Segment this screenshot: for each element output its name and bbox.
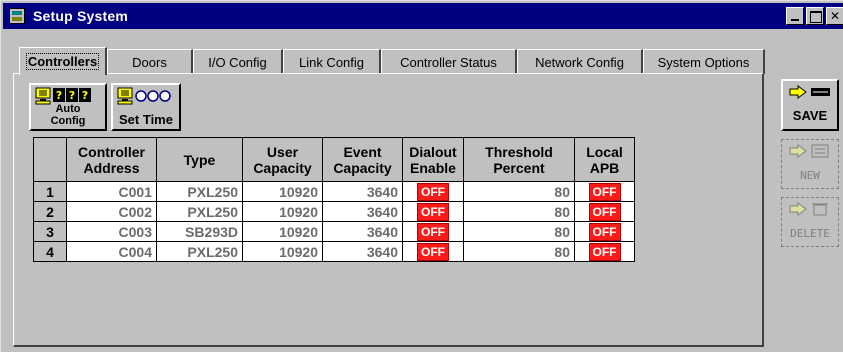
pc-question-icon: ? ? ? [35, 87, 91, 105]
row-number[interactable]: 2 [33, 201, 67, 222]
tab-io-config[interactable]: I/O Config [193, 49, 283, 74]
cell-dialout[interactable]: OFF [402, 201, 464, 222]
window-title: Setup System [33, 8, 128, 24]
tab-system-options[interactable]: System Options [643, 49, 765, 74]
cell-event-capacity[interactable]: 3640 [322, 201, 403, 222]
pc-clock-icon [117, 87, 171, 105]
minimize-button[interactable] [786, 7, 804, 25]
row-number[interactable]: 4 [33, 241, 67, 262]
off-badge[interactable]: OFF [588, 242, 621, 261]
off-badge[interactable]: OFF [417, 242, 449, 261]
table-row[interactable]: 3 C003 SB293D 10920 3640 OFF 80 OFF [33, 221, 635, 242]
cell-apb[interactable]: OFF [574, 201, 635, 222]
svg-text:?: ? [82, 89, 88, 102]
cell-threshold[interactable]: 80 [463, 241, 575, 262]
row-number[interactable]: 1 [33, 181, 67, 202]
off-badge[interactable]: OFF [588, 222, 621, 241]
tab-network-config[interactable]: Network Config [517, 49, 643, 74]
cell-apb[interactable]: OFF [574, 241, 635, 262]
new-label: NEW [800, 169, 820, 182]
cell-dialout[interactable]: OFF [402, 241, 464, 262]
header-user-capacity[interactable]: User Capacity [242, 137, 323, 182]
tab-link-config[interactable]: Link Config [283, 49, 381, 74]
cell-address[interactable]: C004 [66, 241, 157, 262]
cell-address[interactable]: C001 [66, 181, 157, 202]
off-badge[interactable]: OFF [417, 222, 449, 241]
grid-corner-cell [33, 137, 67, 182]
save-button[interactable]: SAVE [781, 79, 839, 131]
setup-system-window: Setup System ✕ Controllers Doors I/O Con… [0, 0, 843, 352]
table-row[interactable]: 1 C001 PXL250 10920 3640 OFF 80 OFF [33, 181, 635, 202]
svg-text:?: ? [69, 89, 75, 102]
cell-user-capacity[interactable]: 10920 [242, 201, 323, 222]
arrow-bar-icon [789, 85, 830, 99]
header-dialout-enable[interactable]: Dialout Enable [402, 137, 464, 182]
set-time-button[interactable]: Set Time [111, 83, 181, 131]
header-event-capacity[interactable]: Event Capacity [322, 137, 403, 182]
set-time-label: Set Time [119, 112, 173, 127]
cell-event-capacity[interactable]: 3640 [322, 221, 403, 242]
window-controls: ✕ [784, 7, 843, 25]
cell-dialout[interactable]: OFF [402, 181, 464, 202]
close-button[interactable]: ✕ [826, 7, 843, 25]
cell-threshold[interactable]: 80 [463, 221, 575, 242]
auto-config-label-line2: Config [50, 115, 86, 127]
off-badge[interactable]: OFF [417, 182, 449, 201]
app-icon [9, 8, 25, 24]
off-badge[interactable]: OFF [417, 202, 449, 221]
auto-config-button[interactable]: ? ? ? Auto Config [29, 83, 107, 131]
arrow-form-icon [789, 144, 829, 158]
table-row[interactable]: 2 C002 PXL250 10920 3640 OFF 80 OFF [33, 201, 635, 222]
header-threshold-percent[interactable]: Threshold Percent [463, 137, 575, 182]
cell-user-capacity[interactable]: 10920 [242, 241, 323, 262]
row-number[interactable]: 3 [33, 221, 67, 242]
tab-controllers[interactable]: Controllers [19, 47, 107, 75]
cell-user-capacity[interactable]: 10920 [242, 221, 323, 242]
header-local-apb[interactable]: Local APB [574, 137, 635, 182]
new-button[interactable]: NEW [781, 139, 839, 189]
table-row[interactable]: 4 C004 PXL250 10920 3640 OFF 80 OFF [33, 241, 635, 262]
cell-type[interactable]: PXL250 [156, 181, 243, 202]
header-type[interactable]: Type [156, 137, 243, 182]
tab-controller-status[interactable]: Controller Status [381, 49, 517, 74]
delete-label: DELETE [790, 227, 830, 240]
off-badge[interactable]: OFF [588, 202, 621, 221]
cell-address[interactable]: C003 [66, 221, 157, 242]
cell-address[interactable]: C002 [66, 201, 157, 222]
cell-threshold[interactable]: 80 [463, 181, 575, 202]
title-bar[interactable]: Setup System ✕ [3, 3, 843, 29]
cell-apb[interactable]: OFF [574, 181, 635, 202]
tab-doors[interactable]: Doors [107, 49, 193, 74]
svg-text:?: ? [56, 89, 62, 102]
auto-config-label-line1: Auto [55, 103, 81, 115]
cell-type[interactable]: PXL250 [156, 241, 243, 262]
cell-apb[interactable]: OFF [574, 221, 635, 242]
off-badge[interactable]: OFF [588, 182, 621, 201]
cell-type[interactable]: PXL250 [156, 201, 243, 222]
save-label: SAVE [792, 108, 828, 123]
cell-event-capacity[interactable]: 3640 [322, 241, 403, 262]
cell-threshold[interactable]: 80 [463, 201, 575, 222]
cell-user-capacity[interactable]: 10920 [242, 181, 323, 202]
arrow-trash-icon [789, 202, 828, 216]
controllers-grid: Controller Address Type User Capacity Ev… [33, 137, 635, 262]
cell-event-capacity[interactable]: 3640 [322, 181, 403, 202]
cell-type[interactable]: SB293D [156, 221, 243, 242]
header-controller-address[interactable]: Controller Address [66, 137, 157, 182]
grid-header-row: Controller Address Type User Capacity Ev… [33, 137, 635, 182]
delete-button[interactable]: DELETE [781, 197, 839, 247]
cell-dialout[interactable]: OFF [402, 221, 464, 242]
maximize-button[interactable] [806, 7, 824, 25]
